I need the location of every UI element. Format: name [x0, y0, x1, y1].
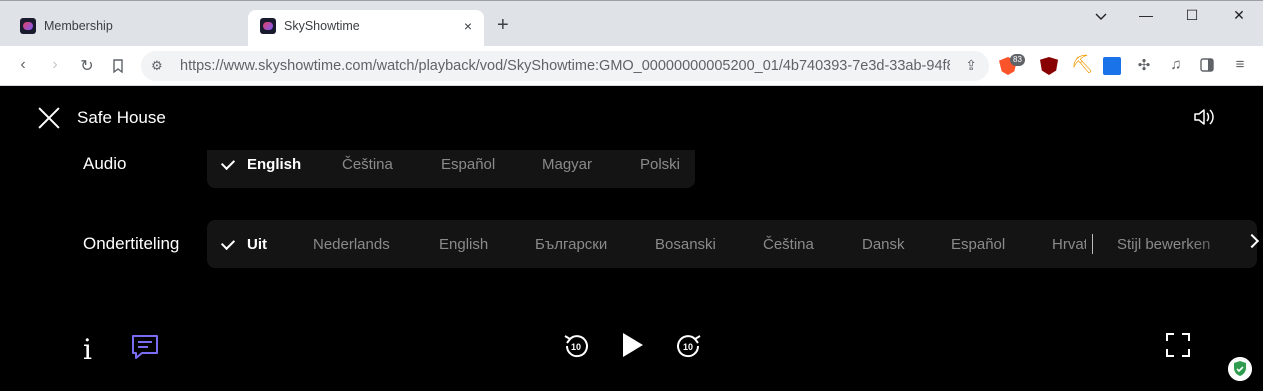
audio-option-espanol[interactable]: Español — [441, 156, 495, 173]
side-panel-icon[interactable] — [1199, 57, 1215, 73]
close-player-icon[interactable] — [38, 107, 60, 129]
subtitles-label: Ondertiteling — [83, 234, 180, 253]
subtitle-option-nederlands[interactable]: Nederlands — [313, 236, 390, 253]
security-shield-icon[interactable] — [1228, 357, 1252, 381]
extensions-puzzle-icon[interactable]: ✣ — [1134, 56, 1154, 74]
url-text: https://www.skyshowtime.com/watch/playba… — [180, 58, 950, 74]
subtitle-option-bosanski[interactable]: Bosanski — [655, 236, 716, 253]
video-player: Safe House Audio English Čeština Español… — [0, 86, 1263, 391]
maximize-button[interactable]: ☐ — [1182, 7, 1202, 24]
audio-label: Audio — [83, 154, 127, 173]
site-settings-icon[interactable]: ⚙ — [151, 58, 163, 74]
subtitles-icon[interactable] — [131, 334, 159, 360]
rewind-10-icon[interactable]: 10 — [562, 332, 590, 360]
share-icon[interactable]: ⇪ — [965, 57, 977, 74]
subtitle-option-dansk[interactable]: Dansk — [862, 236, 905, 253]
divider — [1092, 234, 1093, 254]
audio-option-magyar[interactable]: Magyar — [542, 156, 592, 173]
mpc-extension-icon[interactable] — [1103, 57, 1121, 75]
tab-membership[interactable]: Membership — [8, 10, 244, 42]
bookmark-icon[interactable] — [110, 58, 126, 74]
tab-label: Membership — [44, 19, 113, 33]
volume-icon[interactable] — [1193, 108, 1215, 126]
play-icon[interactable] — [620, 331, 646, 359]
tab-skyshowtime[interactable]: SkyShowtime × — [248, 10, 484, 47]
subtitle-option-uit[interactable]: Uit — [247, 236, 267, 253]
forward-icon[interactable]: › — [45, 56, 65, 74]
menu-icon[interactable]: ≡ — [1230, 56, 1250, 73]
close-window-button[interactable]: ✕ — [1229, 7, 1249, 24]
subtitle-option-english[interactable]: English — [439, 236, 488, 253]
audio-option-polski[interactable]: Polski — [640, 156, 680, 173]
audio-option-english[interactable]: English — [247, 156, 301, 173]
forward-10-icon[interactable]: 10 — [675, 332, 703, 360]
browser-tab-strip: Membership SkyShowtime × + — ☐ ✕ — [0, 0, 1263, 47]
audio-option-cestina[interactable]: Čeština — [342, 156, 393, 173]
rewind-seconds-text: 10 — [571, 342, 581, 352]
fullscreen-icon[interactable] — [1165, 332, 1191, 358]
address-bar[interactable]: ⚙ https://www.skyshowtime.com/watch/play… — [141, 51, 989, 81]
new-tab-button[interactable]: + — [497, 14, 509, 37]
subtitle-option-cestina[interactable]: Čeština — [763, 236, 814, 253]
forward-seconds-text: 10 — [683, 342, 693, 352]
subtitle-option-hrvatski[interactable]: Hrvat — [1052, 236, 1086, 253]
info-icon[interactable]: i — [83, 333, 92, 366]
subtitle-option-espanol[interactable]: Español — [951, 236, 1005, 253]
browser-toolbar: ‹ › ↻ ⚙ https://www.skyshowtime.com/watc… — [0, 46, 1263, 86]
back-icon[interactable]: ‹ — [13, 56, 33, 74]
video-title: Safe House — [77, 108, 166, 127]
scroll-fade — [1190, 220, 1240, 268]
ublock-origin-icon[interactable] — [1040, 57, 1058, 75]
minimize-button[interactable]: — — [1136, 7, 1156, 23]
media-control-icon[interactable]: ♫ — [1166, 56, 1186, 73]
tab-label: SkyShowtime — [284, 19, 360, 33]
chevron-down-icon[interactable] — [1091, 11, 1111, 23]
tab-close-icon[interactable]: × — [464, 18, 472, 34]
subtitle-option-bulgarian[interactable]: Български — [535, 236, 607, 253]
reload-icon[interactable]: ↻ — [77, 56, 97, 76]
skyshowtime-favicon-icon — [20, 18, 36, 34]
brave-shields-count: 83 — [1010, 54, 1025, 66]
skyshowtime-favicon-icon — [260, 18, 276, 34]
pickaxe-extension-icon[interactable]: ⛏ — [1071, 54, 1094, 74]
